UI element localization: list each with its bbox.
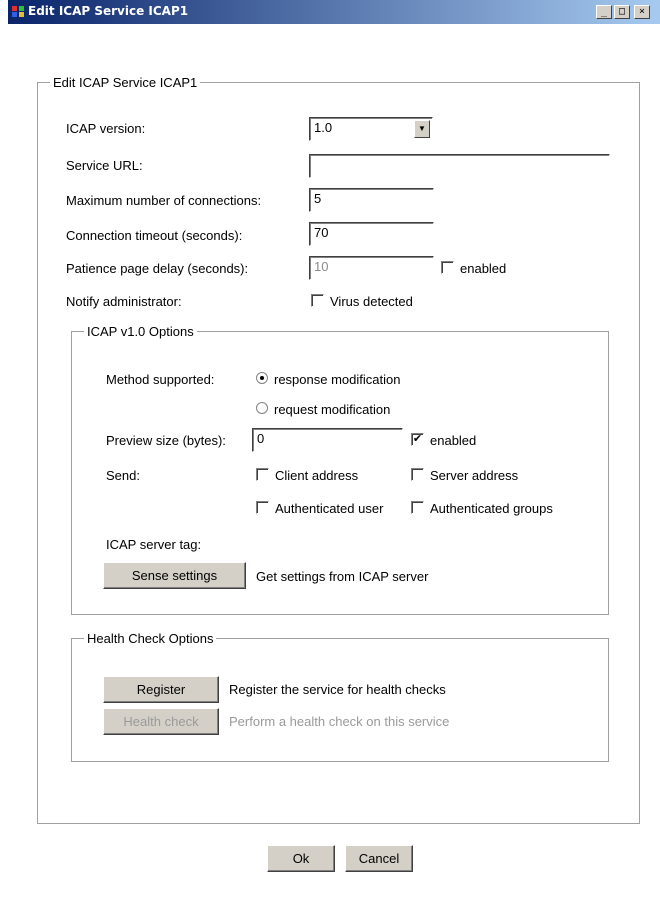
method-supported-label: Method supported: — [106, 372, 215, 387]
icap-version-label: ICAP version: — [66, 121, 146, 136]
max-connections-input[interactable]: 5 — [309, 188, 434, 212]
chevron-down-icon[interactable]: ▼ — [414, 120, 430, 138]
client-address-checkbox[interactable] — [256, 468, 269, 481]
virus-detected-label: Virus detected — [330, 294, 413, 309]
send-label: Send: — [106, 468, 140, 483]
checkmark-icon: ✔ — [412, 433, 423, 445]
title-bar[interactable]: Edit ICAP Service ICAP1 _ □ × — [8, 0, 660, 24]
edit-service-legend: Edit ICAP Service ICAP1 — [53, 75, 198, 90]
preview-enabled-checkbox[interactable]: ✔ — [411, 433, 424, 446]
register-desc: Register the service for health checks — [229, 682, 446, 697]
server-tag-label: ICAP server tag: — [106, 537, 202, 552]
response-mod-radio[interactable] — [256, 372, 268, 384]
patience-enabled-label: enabled — [460, 261, 507, 276]
response-mod-label: response modification — [274, 372, 401, 387]
virus-detected-checkbox[interactable] — [311, 294, 324, 307]
dialog-window: Edit ICAP Service ICAP1 _ □ × Edit ICAP … — [8, 0, 660, 907]
sense-settings-desc: Get settings from ICAP server — [256, 569, 429, 584]
icap-version-select[interactable]: 1.0 ▼ — [309, 117, 433, 141]
dialog-client: Edit ICAP Service ICAP1 ICAP version: 1.… — [8, 24, 660, 907]
ok-button[interactable]: Ok — [267, 845, 335, 872]
window-title: Edit ICAP Service ICAP1 — [28, 4, 189, 18]
preview-size-input[interactable]: 0 — [252, 428, 403, 452]
patience-delay-input[interactable]: 10 — [309, 256, 434, 280]
health-check-desc: Perform a health check on this service — [229, 714, 450, 729]
auth-user-checkbox[interactable] — [256, 501, 269, 514]
icap-options-legend: ICAP v1.0 Options — [87, 324, 194, 339]
app-icon — [12, 6, 24, 17]
connection-timeout-input[interactable]: 70 — [309, 222, 434, 246]
request-mod-label: request modification — [274, 402, 391, 417]
connection-timeout-label: Connection timeout (seconds): — [66, 228, 243, 243]
close-button[interactable]: × — [634, 5, 650, 19]
patience-enabled-checkbox[interactable] — [441, 261, 454, 274]
notify-admin-label: Notify administrator: — [66, 294, 182, 309]
auth-user-label: Authenticated user — [275, 501, 384, 516]
request-mod-radio[interactable] — [256, 402, 268, 414]
server-address-checkbox[interactable] — [411, 468, 424, 481]
auth-groups-checkbox[interactable] — [411, 501, 424, 514]
radio-selected-dot — [260, 376, 264, 380]
health-check-button[interactable]: Health check — [103, 708, 219, 735]
service-url-label: Service URL: — [66, 158, 143, 173]
preview-size-label: Preview size (bytes): — [106, 433, 226, 448]
register-button[interactable]: Register — [103, 676, 219, 703]
preview-enabled-label: enabled — [430, 433, 477, 448]
cancel-button[interactable]: Cancel — [345, 845, 413, 872]
max-connections-label: Maximum number of connections: — [66, 193, 262, 208]
sense-settings-button[interactable]: Sense settings — [103, 562, 246, 589]
server-address-label: Server address — [430, 468, 519, 483]
service-url-input[interactable] — [309, 154, 610, 178]
auth-groups-label: Authenticated groups — [430, 501, 553, 516]
client-address-label: Client address — [275, 468, 359, 483]
patience-delay-label: Patience page delay (seconds): — [66, 261, 249, 276]
health-check-legend: Health Check Options — [87, 631, 214, 646]
minimize-button[interactable]: _ — [596, 5, 612, 19]
maximize-button[interactable]: □ — [614, 5, 630, 19]
